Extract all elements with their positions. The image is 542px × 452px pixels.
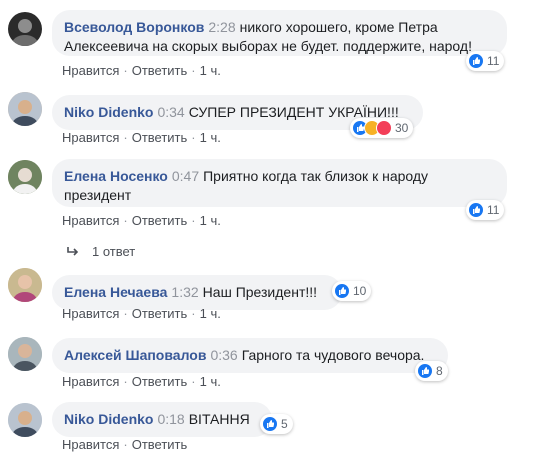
reply-button[interactable]: Ответить xyxy=(132,437,188,452)
like-icon xyxy=(334,283,350,299)
comment-age[interactable]: 1 ч. xyxy=(200,306,221,321)
comment-timestamp[interactable]: 2:28 xyxy=(208,19,235,35)
comment-age[interactable]: 1 ч. xyxy=(200,130,221,145)
like-button[interactable]: Нравится xyxy=(62,130,119,145)
comment-text: ВІТАННЯ xyxy=(188,411,250,427)
comment-author[interactable]: Niko Didenko xyxy=(64,411,153,427)
like-button[interactable]: Нравится xyxy=(62,213,119,228)
avatar[interactable] xyxy=(8,12,42,46)
avatar[interactable] xyxy=(8,92,42,126)
like-button[interactable]: Нравится xyxy=(62,437,119,452)
like-icon xyxy=(468,202,484,218)
comment-age[interactable]: 1 ч. xyxy=(200,63,221,78)
reaction-count: 10 xyxy=(353,284,367,298)
reaction-count-badge[interactable]: 5 xyxy=(260,414,293,434)
reply-button[interactable]: Ответить xyxy=(132,130,188,145)
reply-button[interactable]: Ответить xyxy=(132,213,188,228)
reaction-count-badge[interactable]: 30 xyxy=(350,118,414,138)
comment-bubble: Всеволод Воронков 2:28 никого хорошего, кр… xyxy=(52,10,507,56)
reaction-count: 11 xyxy=(487,203,500,217)
like-icon xyxy=(262,416,278,432)
reaction-count: 30 xyxy=(395,121,409,135)
reaction-count-badge[interactable]: 11 xyxy=(466,200,505,220)
avatar[interactable] xyxy=(8,337,42,371)
reply-button[interactable]: Ответить xyxy=(132,374,188,389)
reply-button[interactable]: Ответить xyxy=(132,306,188,321)
comment-author[interactable]: Елена Нечаева xyxy=(64,284,167,300)
comment-bubble: Елена Носенко 0:47 Приятно когда так близо… xyxy=(52,159,507,207)
like-button[interactable]: Нравится xyxy=(62,374,119,389)
comment-text: Наш Президент!!! xyxy=(202,284,318,300)
reply-arrow-icon xyxy=(67,246,79,256)
reaction-count-badge[interactable]: 10 xyxy=(332,281,372,301)
avatar[interactable] xyxy=(8,403,42,437)
comment-timestamp[interactable]: 1:32 xyxy=(171,284,198,300)
avatar[interactable] xyxy=(8,268,42,302)
comment-bubble: Niko Didenko 0:18 ВІТАННЯ xyxy=(52,402,272,437)
comment-actions: Нравится · Ответить · 1 ч. xyxy=(62,63,221,78)
comment-bubble: Елена Нечаева 1:32 Наш Президент!!! xyxy=(52,275,342,310)
comment-actions: Нравится · Ответить · 1 ч. xyxy=(62,213,221,228)
reaction-count: 8 xyxy=(436,364,443,378)
comment-actions: Нравится · Ответить xyxy=(62,437,188,452)
comment-author[interactable]: Niko Didenko xyxy=(64,104,153,120)
like-icon xyxy=(417,363,433,379)
comment-actions: Нравится · Ответить · 1 ч. xyxy=(62,306,221,321)
reaction-count-badge[interactable]: 8 xyxy=(415,361,448,381)
comment-timestamp[interactable]: 0:47 xyxy=(172,168,199,184)
comment-timestamp[interactable]: 0:18 xyxy=(157,411,184,427)
love-icon xyxy=(376,120,392,136)
reply-button[interactable]: Ответить xyxy=(132,63,188,78)
comment-text: Гарного та чудового вечора. xyxy=(241,347,425,363)
comment-actions: Нравится · Ответить · 1 ч. xyxy=(62,374,221,389)
like-button[interactable]: Нравится xyxy=(62,306,119,321)
comment-age[interactable]: 1 ч. xyxy=(200,213,221,228)
comment-author[interactable]: Алексей Шаповалов xyxy=(64,347,206,363)
reaction-count-badge[interactable]: 11 xyxy=(466,51,505,71)
comment-author[interactable]: Всеволод Воронков xyxy=(64,19,204,35)
comment-bubble: Алексей Шаповалов 0:36 Гарного та чудового… xyxy=(52,338,448,373)
like-button[interactable]: Нравится xyxy=(62,63,119,78)
comment-age[interactable]: 1 ч. xyxy=(200,374,221,389)
like-icon xyxy=(468,53,484,69)
reaction-count: 11 xyxy=(487,54,500,68)
avatar[interactable] xyxy=(8,160,42,194)
replies-count[interactable]: 1 ответ xyxy=(92,244,135,259)
comment-actions: Нравится · Ответить · 1 ч. xyxy=(62,130,221,145)
comment-timestamp[interactable]: 0:34 xyxy=(157,104,184,120)
comment-author[interactable]: Елена Носенко xyxy=(64,168,168,184)
reaction-count: 5 xyxy=(281,417,288,431)
view-replies-link[interactable]: 1 ответ xyxy=(66,244,135,259)
comment-timestamp[interactable]: 0:36 xyxy=(210,347,237,363)
